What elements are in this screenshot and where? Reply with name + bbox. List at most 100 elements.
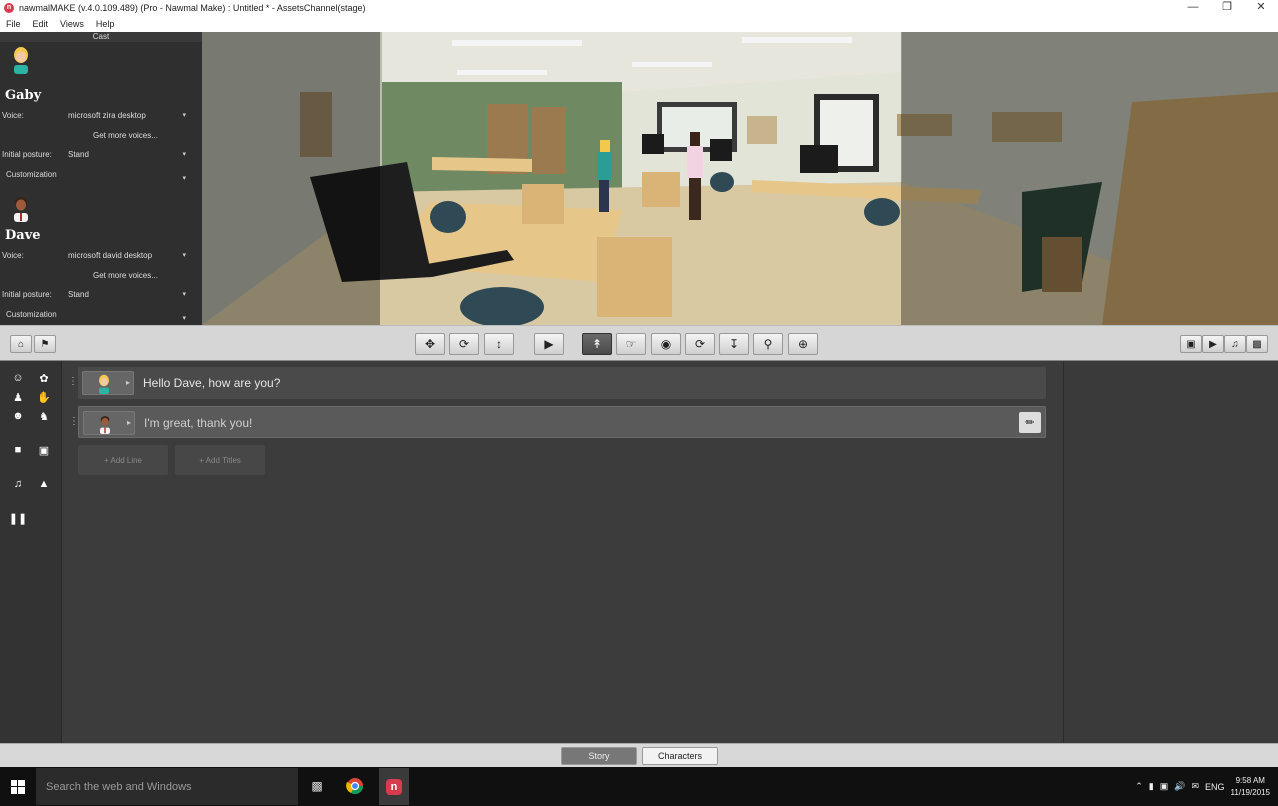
taskbar-search-input[interactable]: Search the web and Windows — [36, 768, 298, 805]
zoom-icon[interactable]: ⚲ — [753, 333, 783, 355]
menu-file[interactable]: File — [6, 19, 21, 29]
zoom-fit-icon[interactable]: ⊕ — [788, 333, 818, 355]
action-palette: ☺ ✿ ♟ ✋ ☻ ♞ ■ ▣ ♫ ▲ ❚❚ — [0, 361, 62, 743]
chevron-right-icon: ▸ — [126, 418, 131, 427]
menu-bar: File Edit Views Help — [0, 16, 1278, 32]
main-toolbar: ⌂ ⚑ ✥ ⟳ ↕ ▶ ↟ ☞ ◉ ⟳ ↧ ⚲ ⊕ ▣ ▶ ♫ ▩ — [0, 325, 1278, 361]
video-icon[interactable]: ▶ — [1202, 335, 1224, 353]
battery-icon[interactable]: ▮ — [1149, 781, 1154, 792]
background-icon[interactable]: ▲ — [35, 476, 53, 492]
character-dave: Dave Voice: microsoft david desktop Get … — [0, 182, 202, 322]
volume-icon[interactable]: 🔊 — [1174, 781, 1185, 792]
height-icon[interactable]: ↕ — [484, 333, 514, 355]
speaker-select[interactable]: ▸ — [82, 371, 134, 395]
rotate-icon[interactable]: ⟳ — [449, 333, 479, 355]
face-icon[interactable]: ☺ — [9, 370, 27, 386]
drag-handle-icon[interactable]: ⋮ — [69, 416, 79, 427]
windows-start-icon[interactable] — [0, 767, 36, 806]
nawmal-taskbar-icon[interactable]: n — [379, 768, 409, 805]
tab-characters[interactable]: Characters — [642, 747, 718, 765]
task-view-icon[interactable]: ▩ — [305, 775, 329, 797]
emotion-icon[interactable]: ☻ — [9, 408, 27, 424]
speaker-select[interactable]: ▸ — [83, 411, 135, 435]
language-indicator[interactable]: ENG — [1205, 782, 1225, 792]
line-text-input[interactable]: I'm great, thank you! — [144, 416, 252, 430]
voice-label: Voice: — [2, 110, 24, 120]
music-note-icon[interactable]: ♫ — [9, 476, 27, 492]
image-icon[interactable]: ▩ — [1246, 335, 1268, 353]
minimize-button[interactable]: — — [1176, 0, 1210, 16]
chevron-up-icon[interactable]: ⌃ — [1135, 781, 1143, 792]
move-icon[interactable]: ✥ — [415, 333, 445, 355]
camera-icon[interactable]: ▣ — [1180, 335, 1202, 353]
menu-views[interactable]: Views — [60, 19, 84, 29]
system-tray: ⌃ ▮ ▣ 🔊 ✉ ENG 9:58 AM 11/19/2015 — [1135, 767, 1278, 806]
drag-handle-icon[interactable]: ⋮ — [68, 376, 78, 387]
restore-button[interactable]: ❐ — [1210, 0, 1244, 16]
script-editor: ⋮ ▸ Hello Dave, how are you? ⋮ ▸ I'm gre… — [62, 361, 1063, 743]
add-titles-button[interactable]: + Add Titles — [175, 445, 265, 475]
script-line-active[interactable]: ⋮ ▸ I'm great, thank you! ✏ — [69, 406, 1046, 438]
voice-select[interactable]: microsoft zira desktop — [68, 111, 196, 120]
window-title: nawmalMAKE (v.4.0.109.489) (Pro - Nawmal… — [19, 3, 366, 13]
gaby-avatar-icon — [99, 374, 109, 394]
customization-dropdown[interactable]: Customization — [2, 310, 172, 319]
network-icon[interactable]: ▣ — [1160, 781, 1169, 792]
windows-taskbar: Search the web and Windows ▩ n ⌃ ▮ ▣ 🔊 ✉… — [0, 767, 1278, 806]
right-panel — [1063, 361, 1278, 743]
character-gaby: Gaby Voice: microsoft zira desktop Get m… — [0, 42, 202, 182]
character-name: Gaby — [5, 88, 42, 103]
pick-icon[interactable]: ↟ — [582, 333, 612, 355]
chevron-right-icon: ▸ — [125, 378, 130, 387]
script-line[interactable]: ⋮ ▸ Hello Dave, how are you? — [68, 367, 1046, 399]
play-button[interactable]: ▶ — [534, 333, 564, 355]
action-icon[interactable]: ✿ — [35, 370, 53, 386]
interact-icon[interactable]: ♞ — [35, 408, 53, 424]
cast-title: Cast — [0, 32, 202, 42]
clock[interactable]: 9:58 AM 11/19/2015 — [1231, 775, 1270, 799]
music-icon[interactable]: ♫ — [1224, 335, 1246, 353]
voice-label: Voice: — [2, 250, 24, 260]
chrome-icon[interactable] — [343, 775, 367, 797]
menu-edit[interactable]: Edit — [33, 19, 49, 29]
eye-icon[interactable]: ◉ — [651, 333, 681, 355]
home-icon[interactable]: ⌂ — [10, 335, 32, 353]
gesture-icon[interactable]: ✋ — [35, 389, 53, 405]
close-button[interactable]: ✕ — [1244, 0, 1278, 16]
microphone-icon[interactable]: ✏ — [1019, 412, 1041, 433]
walk-icon[interactable]: ♟ — [9, 389, 27, 405]
line-text[interactable]: Hello Dave, how are you? — [143, 376, 280, 390]
group-icon[interactable]: ⚑ — [34, 335, 56, 353]
dave-avatar-icon — [100, 416, 110, 434]
tab-story[interactable]: Story — [561, 747, 637, 765]
viewport-dim-left — [202, 32, 380, 325]
gaby-avatar-icon[interactable] — [9, 46, 33, 74]
clock-date: 11/19/2015 — [1230, 787, 1270, 797]
posture-label: Initial posture: — [2, 149, 52, 159]
stage-viewport[interactable] — [202, 32, 1278, 325]
align-icon[interactable]: ↧ — [719, 333, 749, 355]
nawmal-app-icon: n — [4, 3, 14, 13]
bottom-tab-bar: Story Characters — [0, 743, 1278, 767]
camera-shot-icon[interactable]: ■ — [9, 442, 27, 458]
hand-icon[interactable]: ☞ — [616, 333, 646, 355]
character-name: Dave — [5, 228, 41, 243]
notification-icon[interactable]: ✉ — [1191, 781, 1199, 792]
refresh-icon[interactable]: ⟳ — [685, 333, 715, 355]
posture-label: Initial posture: — [2, 289, 52, 299]
title-bar: n nawmalMAKE (v.4.0.109.489) (Pro - Nawm… — [0, 0, 1278, 16]
dave-avatar-icon[interactable] — [9, 194, 33, 222]
posture-select[interactable]: Stand — [68, 150, 196, 159]
cast-panel: Cast Gaby Voice: microsoft zira desktop … — [0, 32, 202, 325]
clock-time: 9:58 AM — [1235, 775, 1265, 785]
viewport-dim-right — [901, 32, 1278, 325]
menu-help[interactable]: Help — [96, 19, 115, 29]
posture-select[interactable]: Stand — [68, 290, 196, 299]
get-more-voices-link[interactable]: Get more voices... — [68, 131, 196, 140]
voice-select[interactable]: microsoft david desktop — [68, 251, 196, 260]
add-line-button[interactable]: + Add Line — [78, 445, 168, 475]
customization-dropdown[interactable]: Customization — [2, 170, 172, 179]
video-clip-icon[interactable]: ▣ — [35, 442, 53, 458]
get-more-voices-link[interactable]: Get more voices... — [68, 271, 196, 280]
pause-icon[interactable]: ❚❚ — [9, 510, 27, 526]
